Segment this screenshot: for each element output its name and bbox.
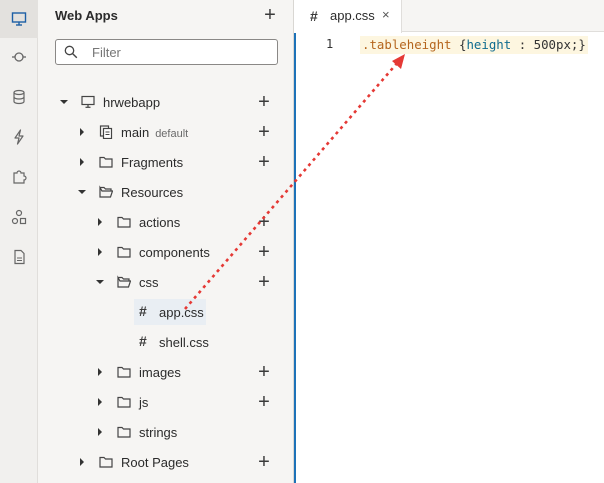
tree-item-app-css[interactable]: # app.css xyxy=(38,297,294,327)
tree-item-label: Resources xyxy=(121,185,184,200)
folder-icon xyxy=(117,396,131,408)
default-badge: default xyxy=(155,128,189,140)
add-button[interactable]: + xyxy=(256,392,272,412)
close-icon[interactable]: × xyxy=(382,7,390,22)
web-apps-button[interactable] xyxy=(0,0,38,38)
chevron-down-icon[interactable] xyxy=(78,188,86,196)
web-apps-navigator: Web Apps + Filter hrwebapp + main default… xyxy=(38,0,294,483)
tree-item-label: css xyxy=(139,275,159,290)
tree-item-root-pages[interactable]: Root Pages + xyxy=(38,447,294,477)
tree-item-fragments[interactable]: Fragments + xyxy=(38,147,294,177)
processes-button[interactable] xyxy=(0,118,38,156)
hash-icon: # xyxy=(139,303,147,319)
hash-icon: # xyxy=(310,8,318,24)
folder-open-icon xyxy=(99,185,113,198)
add-web-app-button[interactable]: + xyxy=(262,5,278,25)
chevron-right-icon[interactable] xyxy=(96,248,104,256)
tree-item-label: images xyxy=(139,365,181,380)
services-icon xyxy=(12,52,26,62)
layouts-button[interactable] xyxy=(0,198,38,236)
activity-bar xyxy=(0,0,38,483)
components-button[interactable] xyxy=(0,158,38,196)
puzzle-icon xyxy=(13,170,27,184)
code-editor: # app.css × 1 .tableheight {height : 500… xyxy=(294,0,604,483)
tree-item-label: actions xyxy=(139,215,181,230)
navigator-title: Web Apps xyxy=(55,8,118,23)
tree-item-resources[interactable]: Resources xyxy=(38,177,294,207)
add-button[interactable]: + xyxy=(256,212,272,232)
lightning-icon xyxy=(14,129,24,145)
add-button[interactable]: + xyxy=(256,122,272,142)
folder-icon xyxy=(99,456,113,468)
chevron-down-icon[interactable] xyxy=(60,98,68,106)
tree-item-label: strings xyxy=(139,425,178,440)
folder-open-icon xyxy=(117,275,131,288)
chevron-right-icon[interactable] xyxy=(96,368,104,376)
line-number: 1 xyxy=(326,37,334,51)
tree-item-label: Root Pages xyxy=(121,455,189,470)
css-value: 500px; xyxy=(533,37,579,52)
chevron-right-icon[interactable] xyxy=(78,458,86,466)
tree-item-images[interactable]: images + xyxy=(38,357,294,387)
shapes-icon xyxy=(11,209,27,225)
tree-item-label: js xyxy=(139,395,149,410)
folder-icon xyxy=(117,426,131,438)
tree-item-label: components xyxy=(139,245,210,260)
editor-tab-bar: # app.css × xyxy=(294,0,604,33)
add-button[interactable]: + xyxy=(256,452,272,472)
tree-item-shell-css[interactable]: # shell.css xyxy=(38,327,294,357)
tab-label: app.css xyxy=(330,8,375,23)
folder-icon xyxy=(117,366,131,378)
services-button[interactable] xyxy=(0,38,38,76)
tree-item-hrwebapp[interactable]: hrwebapp + xyxy=(38,87,294,117)
tree-item-label: Fragments xyxy=(121,155,184,170)
source-button[interactable] xyxy=(0,238,38,276)
tree-item-label: hrwebapp xyxy=(103,95,161,110)
add-button[interactable]: + xyxy=(256,92,272,112)
file-icon xyxy=(14,249,25,265)
chevron-right-icon[interactable] xyxy=(78,158,86,166)
folder-icon xyxy=(99,156,113,168)
search-icon xyxy=(64,45,78,59)
add-button[interactable]: + xyxy=(256,362,272,382)
page-flow-icon xyxy=(99,125,113,139)
css-selector: .tableheight xyxy=(362,37,452,52)
monitor-icon xyxy=(11,12,27,26)
business-objects-button[interactable] xyxy=(0,78,38,116)
editor-focus-bar xyxy=(294,33,296,483)
tree-item-label: shell.css xyxy=(159,335,209,350)
tab-app-css[interactable]: # app.css × xyxy=(294,0,402,33)
chevron-right-icon[interactable] xyxy=(96,398,104,406)
folder-icon xyxy=(117,216,131,228)
folder-icon xyxy=(117,246,131,258)
filter-input[interactable]: Filter xyxy=(55,39,278,65)
code-line[interactable]: 1 .tableheight {height : 500px;} xyxy=(296,36,604,54)
add-button[interactable]: + xyxy=(256,242,272,262)
tree-item-strings[interactable]: strings xyxy=(38,417,294,447)
tree-item-components[interactable]: components + xyxy=(38,237,294,267)
tree-item-label: app.css xyxy=(159,305,204,320)
css-property: height xyxy=(466,37,512,52)
monitor-icon xyxy=(81,95,95,108)
chevron-right-icon[interactable] xyxy=(96,218,104,226)
tree-item-label: main xyxy=(121,125,150,140)
chevron-down-icon[interactable] xyxy=(96,278,104,286)
tree-item-css[interactable]: css + xyxy=(38,267,294,297)
chevron-right-icon[interactable] xyxy=(96,428,104,436)
close-brace: } xyxy=(578,37,586,52)
database-icon xyxy=(13,89,25,105)
chevron-right-icon[interactable] xyxy=(78,128,86,136)
tree-item-actions[interactable]: actions + xyxy=(38,207,294,237)
add-button[interactable]: + xyxy=(256,152,272,172)
hash-icon: # xyxy=(139,333,147,349)
add-button[interactable]: + xyxy=(256,272,272,292)
tree-item-main[interactable]: main default + xyxy=(38,117,294,147)
colon: : xyxy=(511,37,534,52)
tree-item-js[interactable]: js + xyxy=(38,387,294,417)
code-text[interactable]: .tableheight {height : 500px;} xyxy=(360,36,588,54)
filter-placeholder: Filter xyxy=(92,45,121,60)
